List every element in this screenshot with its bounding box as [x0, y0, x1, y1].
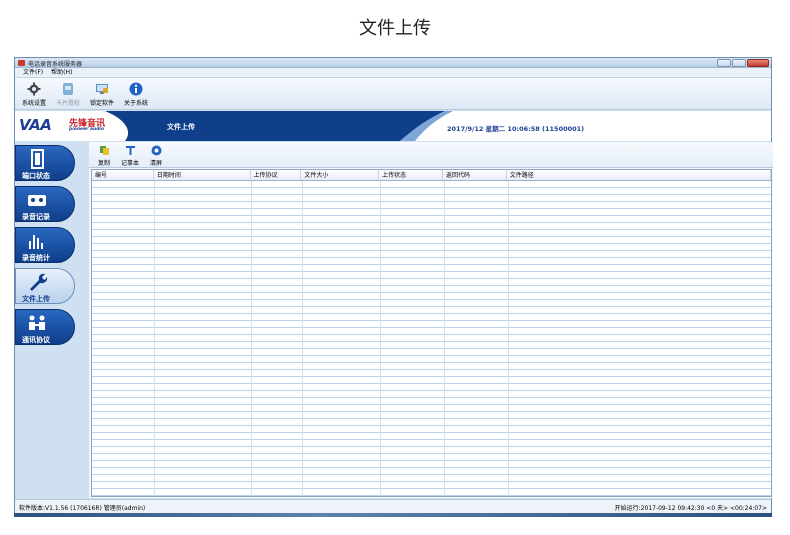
column-divider	[251, 181, 252, 496]
about-system-button[interactable]: 关于系统	[119, 78, 153, 110]
system-settings-label: 系统设置	[21, 100, 46, 107]
minimize-button[interactable]	[717, 59, 731, 67]
menu-help[interactable]: 帮助(H)	[51, 68, 72, 77]
clear-screen-button[interactable]: 清屏	[143, 142, 169, 167]
window-title: 电话录音系统服务器	[28, 61, 83, 68]
lock-software-button[interactable]: 锁定软件	[85, 78, 119, 110]
column-divider	[444, 181, 445, 496]
col-return-code[interactable]: 返回代码	[443, 170, 507, 180]
menu-file[interactable]: 文件(F)	[23, 68, 43, 77]
banner: VAA 先锋音讯 pioneer audio 文件上传 2017/9/12 星期…	[15, 111, 771, 141]
copy-label: 复制	[97, 160, 110, 167]
menu-bar: 文件(F) 帮助(H)	[15, 68, 771, 78]
nav-comm-protocol-label: 通讯协议	[22, 336, 50, 344]
status-bar: 软件版本:V1.1.56 (170616R) 管理员(admin) 开始运行:2…	[15, 499, 771, 513]
clear-screen-label: 清屏	[149, 160, 162, 167]
door-icon	[31, 149, 44, 169]
close-button[interactable]	[747, 59, 769, 67]
page-heading: 文件上传	[359, 18, 431, 39]
copy-icon	[99, 146, 109, 155]
info-icon	[129, 82, 143, 96]
maximize-button[interactable]	[732, 59, 746, 67]
cassette-icon	[28, 195, 46, 206]
nav-port-status-label: 端口状态	[22, 172, 50, 180]
card-auth-label: 卡片授权	[55, 100, 80, 107]
col-id[interactable]: 编号	[92, 170, 154, 180]
table-header: 编号 日期时间 上传协议 文件大小 上传状态 返回代码 文件路径	[92, 170, 771, 181]
notepad-icon	[125, 146, 135, 155]
nav-file-upload-label: 文件上传	[22, 295, 50, 303]
nav-recording-stats-label: 录音统计	[22, 254, 50, 262]
version-status: 软件版本:V1.1.56 (170616R) 管理员(admin)	[19, 505, 146, 512]
people-icon	[29, 315, 45, 330]
taskbar	[14, 513, 772, 517]
lock-software-label: 锁定软件	[89, 100, 114, 107]
col-file-size[interactable]: 文件大小	[301, 170, 380, 180]
sub-toolbar: 复制 记事本 清屏	[89, 142, 773, 168]
left-nav: 端口状态 录音记录 录音统计 文件上传 通讯协议	[15, 142, 87, 498]
clock-display: 2017/9/12 星期二 10:06:58 (11500001)	[447, 125, 585, 133]
column-divider	[154, 181, 155, 496]
section-title: 文件上传	[167, 123, 195, 131]
about-system-label: 关于系统	[123, 100, 148, 107]
column-divider	[302, 181, 303, 496]
col-datetime[interactable]: 日期时间	[154, 170, 251, 180]
nav-port-status[interactable]: 端口状态	[15, 145, 75, 181]
runtime-status: 开始运行:2017-09-12 09:42:30 <0 天> <00:24:07…	[614, 505, 767, 512]
nav-file-upload[interactable]: 文件上传	[15, 268, 75, 304]
col-file-path[interactable]: 文件路径	[507, 170, 771, 180]
logo-vaa: VAA	[19, 116, 52, 134]
copy-button[interactable]: 复制	[91, 142, 117, 167]
system-settings-button[interactable]: 系统设置	[17, 78, 51, 110]
bar-chart-icon	[29, 235, 43, 249]
lock-screen-icon	[96, 84, 108, 94]
column-divider	[380, 181, 381, 496]
main-toolbar: 系统设置 卡片授权 锁定软件 关于系统	[15, 78, 771, 110]
window-controls	[717, 59, 769, 67]
card-auth-button[interactable]: 卡片授权	[51, 78, 85, 110]
col-upload-status[interactable]: 上传状态	[379, 170, 443, 180]
col-protocol[interactable]: 上传协议	[251, 170, 302, 180]
clear-icon	[151, 145, 161, 156]
app-window: 电话录音系统服务器 文件(F) 帮助(H) 系统设置 卡片授权 锁定软件 关于系…	[14, 57, 773, 513]
column-divider	[508, 181, 509, 496]
nav-recording-records-label: 录音记录	[22, 213, 50, 221]
nav-comm-protocol[interactable]: 通讯协议	[15, 309, 75, 345]
nav-recording-stats[interactable]: 录音统计	[15, 227, 75, 263]
nav-recording-records[interactable]: 录音记录	[15, 186, 75, 222]
table-body	[92, 181, 771, 496]
app-icon	[18, 60, 25, 66]
banner-swoosh	[105, 111, 453, 141]
upload-table[interactable]: 编号 日期时间 上传协议 文件大小 上传状态 返回代码 文件路径	[91, 169, 772, 497]
wrench-icon	[30, 273, 48, 291]
content-panel: 复制 记事本 清屏 编号 日期时间 上传协议 文件大小 上传状态 返回代码 文件…	[89, 142, 773, 498]
card-icon	[63, 83, 73, 95]
notepad-label: 记事本	[120, 160, 139, 167]
notepad-button[interactable]: 记事本	[117, 142, 143, 167]
title-bar: 电话录音系统服务器	[15, 58, 771, 68]
logo-en: pioneer audio	[69, 127, 105, 132]
gear-icon	[27, 82, 41, 96]
